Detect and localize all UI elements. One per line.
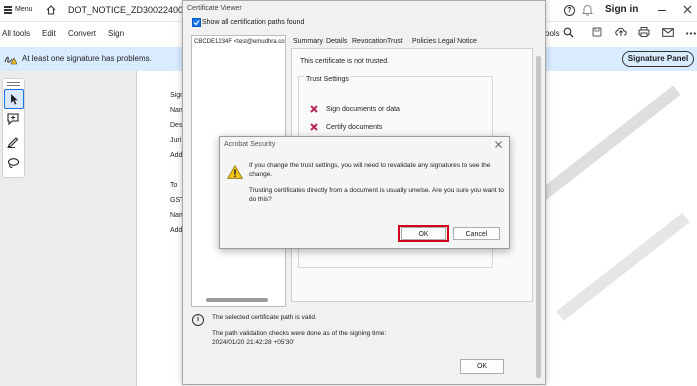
search-icon[interactable] bbox=[563, 27, 574, 38]
not-trusted-x-icon bbox=[310, 123, 318, 131]
certificate-entry[interactable]: CBCDE1234F <test@emudhra.co bbox=[194, 39, 285, 45]
comment-tool-icon[interactable] bbox=[6, 112, 20, 126]
select-tool-button[interactable] bbox=[4, 89, 24, 109]
close-window-icon[interactable] bbox=[683, 5, 692, 14]
menu-sign[interactable]: Sign bbox=[108, 29, 124, 38]
minimize-icon[interactable] bbox=[658, 10, 666, 12]
save-icon[interactable] bbox=[592, 27, 602, 37]
more-options-icon[interactable] bbox=[686, 32, 696, 35]
menu-convert[interactable]: Convert bbox=[68, 29, 96, 38]
security-cancel-button[interactable]: Cancel bbox=[453, 227, 500, 240]
warning-icon bbox=[227, 165, 243, 179]
show-all-paths-label[interactable]: Show all certification paths found bbox=[202, 19, 304, 26]
signature-panel-button[interactable]: Signature Panel bbox=[622, 51, 694, 67]
security-ok-button[interactable]: OK bbox=[401, 227, 446, 240]
acrobat-security-dialog: Acrobat Security If you change the trust… bbox=[219, 136, 510, 249]
drag-handle-icon[interactable] bbox=[7, 82, 20, 86]
not-trusted-message: This certificate is not trusted. bbox=[300, 58, 390, 65]
print-icon[interactable] bbox=[638, 27, 650, 37]
certificate-viewer-scrollbar[interactable] bbox=[536, 56, 541, 378]
tab-summary[interactable]: Summary bbox=[293, 38, 323, 45]
menu-tools-fragment[interactable]: ools bbox=[545, 29, 560, 38]
document-tab[interactable]: DOT_NOTICE_ZD3002240000... bbox=[68, 5, 201, 15]
trust-warning-message-continued: do this? bbox=[249, 196, 272, 203]
draw-tool-icon[interactable] bbox=[6, 134, 20, 148]
doc-text-fragment: Add bbox=[170, 227, 183, 234]
trust-item: Sign documents or data bbox=[326, 106, 400, 113]
show-all-paths-checkbox[interactable] bbox=[192, 18, 201, 27]
help-icon[interactable]: ? bbox=[564, 5, 575, 16]
revalidate-message-continued: change. bbox=[249, 171, 273, 178]
hamburger-icon[interactable] bbox=[4, 6, 12, 14]
validation-message: The path validation checks were done as … bbox=[212, 330, 387, 337]
not-trusted-x-icon bbox=[310, 105, 318, 113]
doc-text-fragment: Juri bbox=[170, 137, 182, 144]
tab-legal-notice[interactable]: Legal Notice bbox=[438, 38, 477, 45]
notification-bell-icon[interactable] bbox=[582, 4, 593, 16]
tab-details[interactable]: Details bbox=[326, 38, 347, 45]
trust-warning-message: Trusting certificates directly from a do… bbox=[249, 187, 504, 194]
revalidate-message: If you change the trust settings, you wi… bbox=[249, 162, 491, 169]
security-dialog-title: Acrobat Security bbox=[224, 141, 276, 148]
doc-text-fragment: To bbox=[170, 182, 178, 189]
tree-horizontal-scrollbar[interactable] bbox=[206, 298, 268, 302]
page-shadow bbox=[136, 71, 137, 386]
lasso-tool-icon[interactable] bbox=[6, 156, 20, 170]
tab-revocation[interactable]: Revocation bbox=[352, 38, 387, 45]
menu-label[interactable]: Menu bbox=[15, 6, 33, 13]
upload-icon[interactable] bbox=[615, 26, 627, 37]
validation-time: 2024/01/20 21:42:28 +05'30' bbox=[212, 339, 295, 346]
certificate-viewer-title: Certificate Viewer bbox=[187, 5, 242, 12]
quick-tools-panel bbox=[2, 78, 25, 178]
menu-all-tools[interactable]: All tools bbox=[2, 29, 30, 38]
signature-warning-icon bbox=[4, 53, 17, 65]
sign-in-button[interactable]: Sign in bbox=[605, 4, 638, 15]
tab-trust[interactable]: Trust bbox=[387, 38, 403, 45]
close-icon[interactable] bbox=[495, 141, 502, 148]
trust-settings-title: Trust Settings bbox=[304, 76, 351, 83]
info-icon: i bbox=[192, 314, 204, 326]
banner-message: At least one signature has problems. bbox=[22, 54, 152, 63]
trust-item: Certify documents bbox=[326, 124, 383, 131]
certificate-viewer-ok-button[interactable]: OK bbox=[460, 359, 504, 374]
email-icon[interactable] bbox=[662, 28, 674, 37]
path-valid-message: The selected certificate path is valid. bbox=[212, 314, 317, 321]
menu-edit[interactable]: Edit bbox=[42, 29, 56, 38]
home-icon[interactable] bbox=[46, 5, 56, 15]
tab-policies[interactable]: Policies bbox=[412, 38, 436, 45]
doc-text-fragment: Add bbox=[170, 152, 183, 159]
